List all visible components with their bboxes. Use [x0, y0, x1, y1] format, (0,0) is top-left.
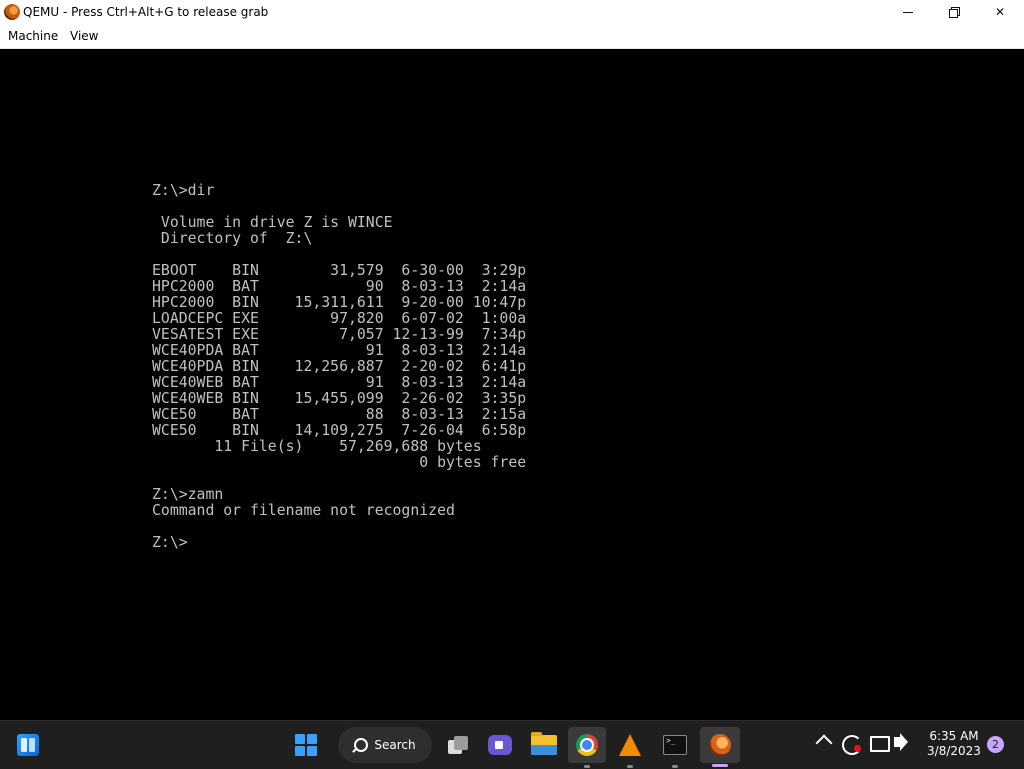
start-button[interactable]	[288, 727, 324, 763]
maximize-button[interactable]	[931, 0, 977, 24]
console-line: Command or filename not recognized	[152, 502, 455, 519]
search-icon	[354, 738, 369, 752]
qemu-icon	[709, 734, 731, 756]
widgets-icon	[17, 734, 39, 756]
console-line: Z:\>	[152, 534, 188, 551]
chrome-icon	[576, 734, 598, 756]
console-line: WCE50 BAT 88 8-03-13 2:15a	[152, 406, 527, 423]
menu-view[interactable]: View	[70, 28, 98, 44]
qemu-taskbar-button[interactable]	[700, 727, 740, 763]
task-view-button[interactable]	[440, 727, 476, 763]
console-line: HPC2000 BIN 15,311,611 9-20-00 10:47p	[152, 294, 527, 311]
taskbar: Search >_ 6:35 AM 3/8/2023 2	[0, 720, 1024, 769]
active-indicator	[712, 764, 728, 767]
console-line: Volume in drive Z is WINCE	[152, 214, 393, 231]
file-explorer-button[interactable]	[526, 727, 562, 763]
menu-bar: Machine View	[0, 24, 1024, 49]
clock-time: 6:35 AM	[929, 729, 979, 743]
chrome-button[interactable]	[568, 727, 606, 763]
notification-badge[interactable]: 2	[987, 736, 1004, 753]
task-view-icon	[448, 736, 468, 754]
close-icon: ✕	[994, 5, 1006, 19]
console-line: WCE40WEB BIN 15,455,099 2-26-02 3:35p	[152, 390, 527, 407]
console-line: WCE40WEB BAT 91 8-03-13 2:14a	[152, 374, 527, 391]
minimize-icon	[903, 11, 913, 13]
qemu-app-icon	[4, 4, 20, 20]
window-title: QEMU - Press Ctrl+Alt+G to release grab	[23, 5, 269, 19]
terminal-icon: >_	[663, 735, 687, 755]
console-line: VESATEST EXE 7,057 12-13-99 7:34p	[152, 326, 527, 343]
sync-alert-icon[interactable]	[842, 735, 862, 755]
folder-icon	[531, 732, 557, 755]
console-line: WCE50 BIN 14,109,275 7-26-04 6:58p	[152, 422, 527, 439]
dos-console-output: Z:\>dir Volume in drive Z is WINCE Direc…	[152, 183, 526, 551]
vlc-button[interactable]	[612, 727, 648, 763]
chevron-up-icon[interactable]	[815, 734, 833, 752]
network-icon[interactable]	[870, 736, 890, 752]
minimize-button[interactable]	[885, 0, 931, 24]
meet-now-button[interactable]	[482, 727, 518, 763]
guest-display[interactable]: Z:\>dir Volume in drive Z is WINCE Direc…	[0, 49, 1024, 720]
console-line: HPC2000 BAT 90 8-03-13 2:14a	[152, 278, 527, 295]
vlc-cone-icon	[619, 734, 641, 756]
console-line: EBOOT BIN 31,579 6-30-00 3:29p	[152, 262, 527, 279]
clock-date: 3/8/2023	[927, 744, 981, 758]
windows-logo-icon	[295, 734, 317, 756]
clock[interactable]: 6:35 AM 3/8/2023	[920, 729, 988, 759]
console-line: Z:\>zamn	[152, 486, 224, 503]
console-line: WCE40PDA BAT 91 8-03-13 2:14a	[152, 342, 527, 359]
menu-machine[interactable]: Machine	[8, 28, 58, 44]
volume-icon[interactable]	[894, 733, 908, 751]
title-bar: QEMU - Press Ctrl+Alt+G to release grab …	[0, 0, 1024, 24]
search-button[interactable]: Search	[338, 727, 432, 763]
console-line: Z:\>dir	[152, 182, 215, 199]
console-line: 0 bytes free	[152, 454, 527, 471]
search-label: Search	[374, 738, 416, 752]
console-line: WCE40PDA BIN 12,256,887 2-20-02 6:41p	[152, 358, 527, 375]
video-call-icon	[488, 735, 512, 755]
widgets-button[interactable]	[10, 727, 46, 763]
close-button[interactable]: ✕	[977, 0, 1023, 24]
console-line: 11 File(s) 57,269,688 bytes	[152, 438, 482, 455]
console-line: Directory of Z:\	[152, 230, 313, 247]
terminal-button[interactable]: >_	[656, 727, 694, 763]
console-line: LOADCEPC EXE 97,820 6-07-02 1:00a	[152, 310, 527, 327]
restore-icon	[949, 7, 960, 18]
